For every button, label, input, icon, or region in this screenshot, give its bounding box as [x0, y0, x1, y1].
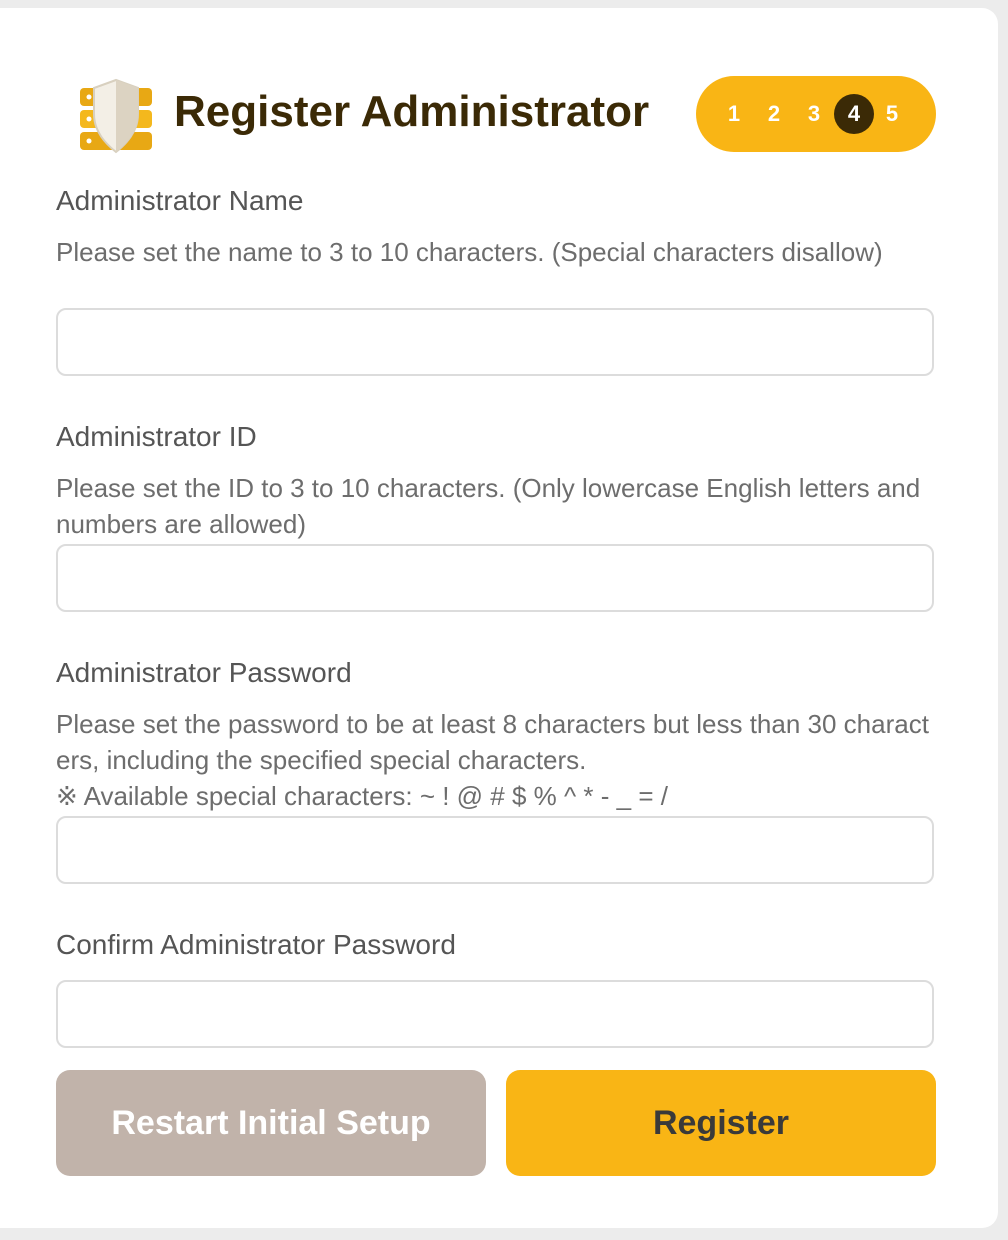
step-3: 3	[807, 101, 821, 126]
admin-name-label: Administrator Name	[56, 185, 304, 216]
step-1: 1	[727, 101, 741, 126]
register-button[interactable]: Register	[506, 1070, 936, 1176]
server-shield-icon	[80, 78, 152, 154]
admin-password-label: Administrator Password	[56, 657, 352, 688]
admin-id-help: Please set the ID to 3 to 10 characters.…	[56, 473, 921, 539]
admin-password-help: Please set the password to be at least 8…	[56, 709, 929, 775]
admin-id-label: Administrator ID	[56, 421, 257, 452]
page-title: Register Administrator	[174, 87, 650, 136]
step-2: 2	[767, 101, 781, 126]
restart-initial-setup-button[interactable]: Restart Initial Setup	[56, 1070, 486, 1176]
confirm-password-label: Confirm Administrator Password	[56, 929, 456, 960]
admin-name-input[interactable]	[56, 308, 934, 376]
admin-password-special-chars: ※ Available special characters: ~ ! @ # …	[56, 781, 668, 811]
register-admin-card: Register Administrator 1 2 3 4 5 Adminis…	[0, 8, 998, 1228]
header: Register Administrator 1 2 3 4 5	[74, 74, 944, 158]
admin-name-help: Please set the name to 3 to 10 character…	[56, 237, 883, 267]
admin-id-input[interactable]	[56, 544, 934, 612]
admin-password-input[interactable]	[56, 816, 934, 884]
step-indicator: 1 2 3 4 5	[696, 76, 936, 152]
step-4-active: 4	[834, 94, 874, 134]
confirm-password-input[interactable]	[56, 980, 934, 1048]
step-5: 5	[885, 101, 899, 126]
